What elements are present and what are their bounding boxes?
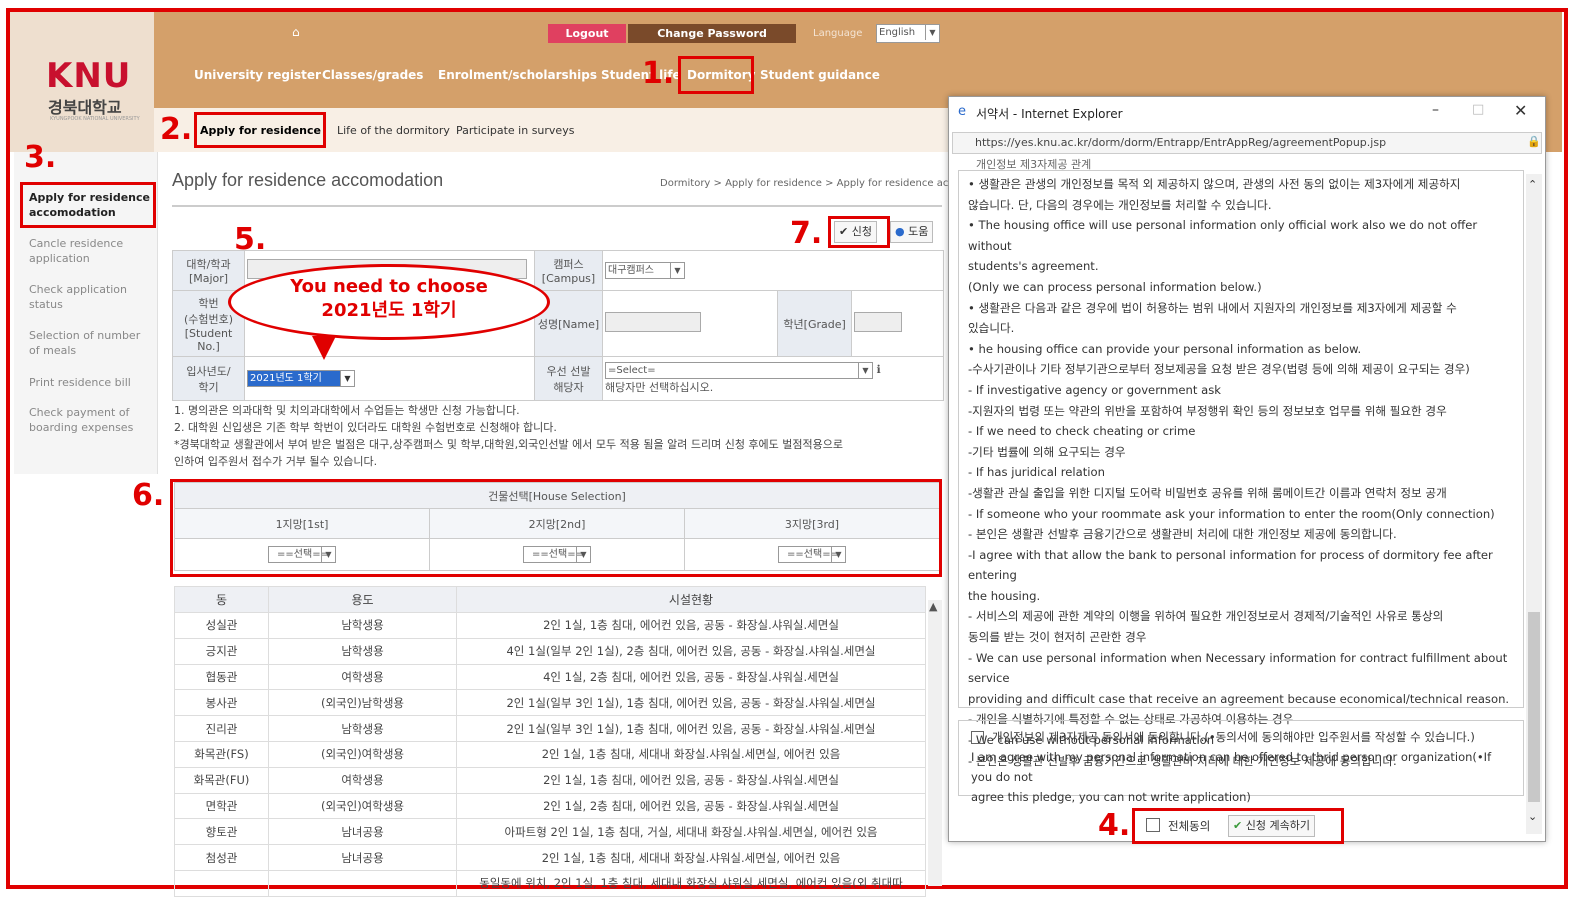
table-row: 화목관(FS) (외국인)여학생용 2인 1실, 1층 침대, 세대내 화장실.샤워… — [174, 740, 926, 768]
minimize-icon[interactable]: – — [1432, 102, 1439, 118]
step6-highlight — [170, 479, 942, 577]
step7-highlight — [828, 216, 890, 248]
logo[interactable]: KNU — [46, 56, 131, 96]
step6-label: 6. — [132, 478, 165, 513]
priority-cell: =Select= ▼ ℹ 해당자만 선택하십시오. — [602, 356, 944, 401]
priority-label: 우선 선발 해당자 — [534, 356, 603, 401]
fac-header-use: 용도 — [268, 586, 457, 613]
table-row: 봉사관 (외국인)남학생용 2인 1실(일부 3인 1실), 1층 침대, 에어컨 … — [174, 689, 926, 717]
step3-label: 3. — [24, 140, 57, 175]
campus-select[interactable]: 대구캠퍼스 ▼ — [605, 262, 685, 279]
step1-highlight — [678, 56, 754, 94]
callout-bubble: You need to choose 2021년도 1학기 — [228, 264, 550, 340]
language-label: Language — [813, 28, 863, 39]
home-icon[interactable]: ⌂ — [292, 25, 300, 39]
year-cell: 2021년도 1학기 ▼ — [244, 356, 535, 401]
year-select[interactable]: 2021년도 1학기 ▼ — [247, 370, 355, 387]
grade-label: 학년[Grade] — [777, 290, 853, 357]
table-row: 협동관 여학생용 4인 1실, 2층 침대, 에어컨 있음, 공동 - 화장실.샤워… — [174, 663, 926, 691]
grade-cell — [851, 290, 944, 357]
popup-content: • 생활관은 관생의 개인정보를 목적 외 제공하지 않으며, 관생의 사전 동… — [968, 177, 1510, 768]
table-row: 성실관 남학생용 2인 1실, 1층 침대, 에어컨 있음, 공동 - 화장실.샤워… — [174, 612, 926, 639]
scroll-up-icon[interactable]: ▲ — [929, 600, 937, 613]
table-row: 향토관 남녀공용 아파트형 2인 1실, 1층 침대, 거실, 세대내 화장실.샤워… — [174, 818, 926, 846]
step1-label: 1. — [642, 56, 675, 91]
note-line: 2. 대학원 신입생은 기존 학부 학번이 있더라도 대학원 수험번호로 신청해… — [174, 421, 557, 434]
agree-text-1: 개인정보의 제3자제공 동의서에 동의합니다.(•동의서에 동의해야만 입주원서… — [992, 730, 1475, 744]
close-icon[interactable]: ✕ — [1514, 101, 1527, 120]
step3-highlight — [20, 182, 156, 228]
popup-url[interactable]: https://yes.knu.ac.kr/dorm/dorm/Entrapp/… — [952, 132, 1542, 154]
step4-highlight — [1132, 808, 1344, 844]
sidebar-item-cancel[interactable]: Cancle residence application — [29, 236, 153, 266]
step2-highlight — [194, 112, 326, 148]
fac-header-status: 시설현황 — [456, 586, 926, 613]
logo-subtitle: KYUNGPOOK NATIONAL UNIVERSITY — [50, 116, 140, 122]
change-password-button[interactable]: Change Password — [628, 24, 796, 43]
facilities-scrollbar[interactable] — [928, 600, 942, 886]
facilities-table: 동 용도 시설현황 성실관 남학생용 2인 1실, 1층 침대, 에어컨 있음, 공동 … — [174, 586, 926, 897]
sidebar-item-print-bill[interactable]: Print residence bill — [29, 375, 153, 390]
table-row: 진리관 남학생용 2인 1실(일부 3인 1실), 1층 침대, 에어컨 있음, 공… — [174, 715, 926, 742]
sidebar-item-payment[interactable]: Check payment of boarding expenses — [29, 405, 153, 435]
campus-cell: 대구캠퍼스 ▼ — [602, 250, 944, 291]
table-row: 면학관 (외국인)여학생용 2인 1실, 2층 침대, 에어컨 있음, 공동 - 화… — [174, 792, 926, 820]
campus-label: 캠퍼스 [Campus] — [534, 250, 603, 291]
ie-icon: e — [958, 104, 966, 119]
notes: 1. 명의관은 의과대학 및 치의과대학에서 수업듣는 학생만 신청 가능합니다… — [174, 402, 944, 470]
fac-header-building: 동 — [174, 586, 269, 613]
sidebar-item-meals[interactable]: Selection of number of meals — [29, 328, 153, 358]
note-line: 1. 명의관은 의과대학 및 치의과대학에서 수업듣는 학생만 신청 가능합니다… — [174, 404, 520, 417]
nav-enrolment-scholarships[interactable]: Enrolment/scholarships — [438, 68, 597, 82]
nav-student-guidance[interactable]: Student guidance — [760, 68, 880, 82]
priority-select[interactable]: =Select= ▼ — [605, 362, 873, 379]
callout-tail — [312, 336, 336, 360]
sidebar-item-status[interactable]: Check application status — [29, 282, 153, 312]
logo-korean: 경북대학교 — [48, 98, 122, 117]
language-select[interactable]: English ▼ — [876, 24, 940, 43]
info-icon[interactable]: ℹ — [877, 363, 881, 376]
subnav-life-dormitory[interactable]: Life of the dormitory — [337, 124, 450, 137]
name-cell — [601, 290, 779, 357]
nav-university-register[interactable]: University register — [194, 68, 321, 82]
help-icon: ● — [895, 225, 905, 238]
note-line: 인하여 입주원서 접수가 거부 될수 있습니다. — [174, 455, 378, 468]
maximize-icon[interactable]: □ — [1472, 102, 1484, 117]
agree-box: 개인정보의 제3자제공 동의서에 동의합니다.(•동의서에 동의해야만 입주원서… — [958, 720, 1524, 804]
popup-title: 서약서 - Internet Explorer — [976, 107, 1123, 121]
agree-text-3: agree this pledge, you can not write app… — [971, 790, 1251, 804]
step5-label: 5. — [234, 222, 267, 257]
title-divider — [172, 205, 942, 207]
subnav-surveys[interactable]: Participate in surveys — [456, 124, 574, 137]
popup-scroll-down-icon[interactable]: ⌄ — [1528, 810, 1537, 823]
nav-classes-grades[interactable]: Classes/grades — [322, 68, 423, 82]
step7-label: 7. — [790, 216, 823, 251]
table-row: 첨성관 남녀공용 2인 1실, 1층 침대, 세대내 화장실.샤워실.세면실, 에어… — [174, 844, 926, 871]
popup-heading: 개인정보 제3자제공 관계 — [976, 158, 1092, 170]
help-button[interactable]: ● 도움 — [890, 221, 934, 243]
table-row: 화목관(FU) 여학생용 2인 1실, 1층 침대, 에어컨 있음, 공동 - 화장… — [174, 766, 926, 794]
lock-icon: 🔒 — [1527, 135, 1541, 148]
agree-checkbox[interactable] — [971, 731, 984, 744]
priority-note: 해당자만 선택하십시오. — [605, 381, 714, 394]
agree-text-2: I am agree with my personal information … — [971, 750, 1492, 784]
note-line: *경북대학교 생활관에서 부여 받은 벌점은 대구,상주캠퍼스 및 학부,대학원… — [174, 438, 844, 451]
table-row: 긍지관 남학생용 4인 1실(일부 2인 1실), 2층 침대, 에어컨 있음, 공… — [174, 637, 926, 665]
year-label: 입사년도/ 학기 — [172, 356, 245, 401]
logout-button[interactable]: Logout — [548, 24, 626, 43]
step2-label: 2. — [160, 112, 193, 147]
popup-scroll-up-icon[interactable]: ⌃ — [1528, 178, 1537, 191]
page-title: Apply for residence accomodation — [172, 170, 444, 190]
popup-scroll-thumb[interactable] — [1528, 612, 1540, 802]
table-row: 동일동에 위치, 2인 1실, 1층 침대, 세대내 화장실.샤워실.세면실, … — [174, 869, 926, 897]
step4-label: 4. — [1098, 808, 1131, 843]
